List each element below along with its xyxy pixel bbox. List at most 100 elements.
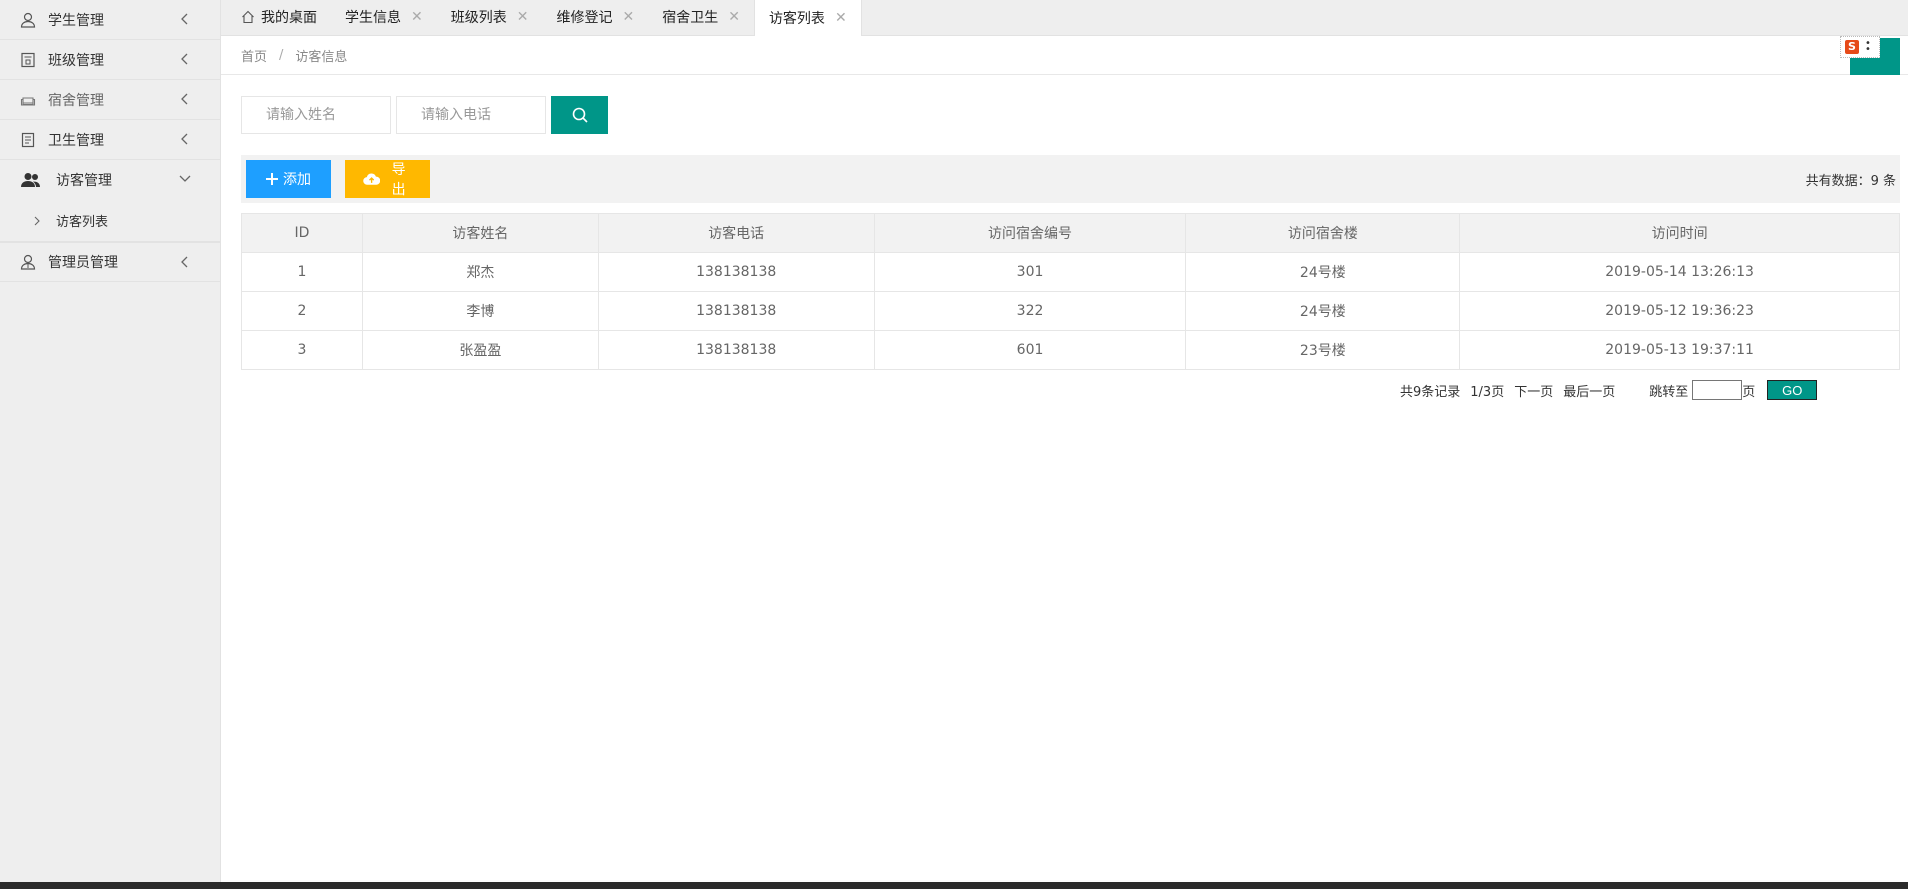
tab-class-list[interactable]: 班级列表 ✕ [437, 0, 543, 35]
sidebar-item-label: 学生管理 [48, 12, 104, 29]
table-cell: 2 [241, 291, 363, 331]
tab-student-info[interactable]: 学生信息 ✕ [331, 0, 437, 35]
home-icon [242, 10, 254, 24]
toolbar: 添加 导出 共有数据：9 条 [241, 155, 1900, 203]
table-cell: 张盈盈 [361, 330, 599, 370]
table-cell: 24号楼 [1185, 291, 1461, 331]
cloud-upload-icon [363, 173, 381, 185]
tab-label: 宿舍卫生 [662, 10, 719, 26]
table-cell: 2019-05-12 19:36:23 [1459, 291, 1900, 331]
phone-search-input[interactable] [396, 96, 546, 134]
table-cell: 郑杰 [361, 252, 599, 292]
sidebar-item-label: 班级管理 [48, 52, 104, 69]
sidebar-item-label: 卫生管理 [48, 132, 104, 149]
table-cell: 138138138 [597, 330, 875, 370]
page-indicator: 1/3页 [1470, 384, 1505, 400]
close-icon[interactable]: ✕ [728, 9, 740, 25]
page-unit: 页 [1742, 384, 1756, 400]
bottom-bar [0, 882, 1908, 889]
chevron-left-icon [181, 53, 188, 65]
column-header: 访客电话 [597, 213, 875, 253]
table-row[interactable]: 3 张盈盈 138138138 601 23号楼 2019-05-13 19:3… [241, 330, 1900, 370]
sidebar-item-label: 访客管理 [56, 173, 112, 189]
sidebar-item-classes[interactable]: 班级管理 [0, 40, 220, 80]
sidebar-subitem-label: 访客列表 [56, 215, 109, 230]
close-icon[interactable]: ✕ [835, 10, 847, 26]
breadcrumb-current: 访客信息 [295, 50, 348, 65]
close-icon[interactable]: ✕ [622, 9, 634, 25]
tab-visitor-list[interactable]: 访客列表 ✕ [753, 0, 862, 36]
column-header: ID [241, 213, 363, 253]
search-form [241, 96, 608, 134]
tab-label: 访客列表 [768, 10, 825, 27]
last-page-link[interactable]: 最后一页 [1563, 381, 1615, 400]
tab-dorm-hygiene[interactable]: 宿舍卫生 ✕ [648, 0, 754, 35]
table-cell: 601 [873, 330, 1187, 370]
table-cell: 2019-05-13 19:37:11 [1459, 330, 1900, 370]
add-button-label: 添加 [283, 171, 311, 187]
plus-icon [266, 173, 278, 185]
search-icon [572, 107, 588, 123]
sidebar: 学生管理 班级管理 宿舍管理 卫生管理 访客管理 访客列表 管理员管理 [0, 0, 221, 882]
tab-label: 学生信息 [345, 10, 401, 26]
more-icon: • • [1865, 38, 1871, 55]
admin-icon [20, 254, 36, 270]
chevron-right-icon [34, 216, 40, 225]
page-jump-input[interactable] [1692, 380, 1743, 400]
export-button[interactable]: 导出 [345, 160, 430, 198]
search-button[interactable] [551, 96, 608, 134]
tab-label: 班级列表 [450, 10, 507, 26]
sidebar-subitem-visitor-list[interactable]: 访客列表 [0, 200, 220, 242]
table-cell: 李博 [361, 291, 599, 331]
jump-label: 跳转至 [1649, 384, 1689, 400]
sogou-icon: S [1845, 40, 1859, 54]
breadcrumb-separator: / [279, 48, 284, 63]
table-cell: 322 [873, 291, 1187, 331]
table-cell: 138138138 [597, 252, 875, 292]
sidebar-item-label: 管理员管理 [48, 255, 118, 271]
column-header: 访问宿舍编号 [873, 213, 1187, 253]
sidebar-item-hygiene[interactable]: 卫生管理 [0, 120, 220, 160]
table-cell: 3 [241, 330, 363, 370]
table-cell: 2019-05-14 13:26:13 [1459, 252, 1900, 292]
close-icon[interactable]: ✕ [411, 9, 423, 25]
column-header: 访问时间 [1459, 213, 1900, 253]
record-count: 共9条记录 [1400, 384, 1461, 400]
visitor-table: ID 访客姓名 访客电话 访问宿舍编号 访问宿舍楼 访问时间 1 郑杰 1381… [241, 213, 1900, 370]
sidebar-item-dorms[interactable]: 宿舍管理 [0, 80, 220, 120]
pagination: 共9条记录 1/3页 下一页 最后一页 跳转至 页 GO [1400, 380, 1818, 400]
users-icon [20, 172, 42, 188]
table-row[interactable]: 2 李博 138138138 322 24号楼 2019-05-12 19:36… [241, 291, 1900, 331]
chevron-left-icon [181, 133, 188, 145]
next-page-link[interactable]: 下一页 [1514, 381, 1553, 400]
total-count: 共有数据：9 条 [1805, 174, 1896, 189]
tab-desktop[interactable]: 我的桌面 [227, 0, 331, 35]
sidebar-item-visitors[interactable]: 访客管理 [0, 160, 220, 200]
table-cell: 23号楼 [1185, 330, 1461, 370]
breadcrumb-home[interactable]: 首页 [241, 46, 267, 65]
add-button[interactable]: 添加 [246, 160, 331, 198]
table-header-row: ID 访客姓名 访客电话 访问宿舍编号 访问宿舍楼 访问时间 [241, 213, 1900, 253]
go-button[interactable]: GO [1767, 380, 1818, 400]
breadcrumb: 首页 / 访客信息 [221, 37, 1908, 75]
sidebar-item-students[interactable]: 学生管理 [0, 0, 220, 40]
table-cell: 138138138 [597, 291, 875, 331]
class-icon [20, 52, 36, 68]
close-icon[interactable]: ✕ [517, 9, 529, 25]
chevron-left-icon [181, 256, 188, 268]
table-cell: 24号楼 [1185, 252, 1461, 292]
column-header: 访问宿舍楼 [1185, 213, 1461, 253]
sidebar-item-admins[interactable]: 管理员管理 [0, 242, 220, 282]
table-row[interactable]: 1 郑杰 138138138 301 24号楼 2019-05-14 13:26… [241, 252, 1900, 292]
name-search-input[interactable] [241, 96, 391, 134]
tab-label: 我的桌面 [261, 10, 317, 26]
chevron-left-icon [181, 13, 188, 25]
tab-label: 维修登记 [556, 10, 613, 26]
user-icon [20, 12, 36, 28]
sofa-icon [20, 92, 36, 108]
ime-badge[interactable]: S • • [1840, 36, 1880, 58]
table-cell: 301 [873, 252, 1187, 292]
export-button-label: 导出 [391, 161, 406, 197]
tab-bar: 我的桌面 学生信息 ✕ 班级列表 ✕ 维修登记 ✕ 宿舍卫生 ✕ 访客列表 ✕ [221, 0, 1908, 36]
tab-repair[interactable]: 维修登记 ✕ [542, 0, 648, 35]
